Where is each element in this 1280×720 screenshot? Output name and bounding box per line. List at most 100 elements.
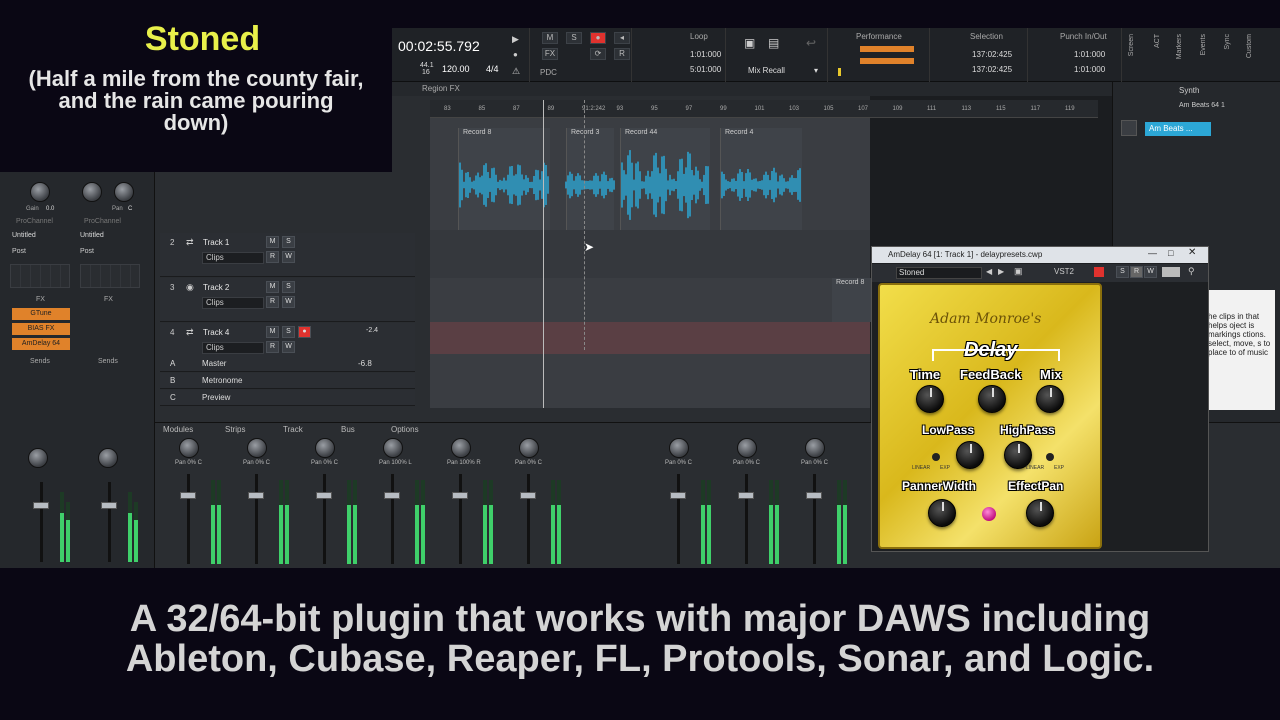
- plugin-format[interactable]: VST2: [1054, 267, 1074, 276]
- record-arm-button[interactable]: ●: [298, 326, 311, 338]
- track-name[interactable]: Track 2: [203, 283, 229, 292]
- fx-slot-bias-fx[interactable]: BIAS FX: [12, 323, 70, 335]
- pan-knob[interactable]: [98, 448, 118, 468]
- mute-button[interactable]: M: [266, 281, 279, 293]
- input-select[interactable]: Untitled: [80, 232, 104, 239]
- track-header[interactable]: 3 ◉ Track 2 Clips M S R W: [160, 278, 415, 322]
- bus-row[interactable]: B Metronome: [160, 373, 415, 389]
- write-automation-button[interactable]: W: [282, 341, 295, 353]
- fx-slot-amdelay[interactable]: AmDelay 64: [12, 338, 70, 350]
- volume-fader[interactable]: [33, 502, 49, 509]
- gain-knob[interactable]: [82, 182, 102, 202]
- fx-bypass-button[interactable]: FX: [542, 48, 558, 60]
- pan-knob[interactable]: [315, 438, 335, 458]
- chevron-down-icon[interactable]: ▾: [814, 66, 818, 75]
- pan-knob[interactable]: [247, 438, 267, 458]
- track-name[interactable]: Track 4: [203, 328, 229, 337]
- synth-tab[interactable]: Synth: [1179, 86, 1199, 95]
- pan-knob[interactable]: [669, 438, 689, 458]
- feedback-knob[interactable]: [978, 385, 1006, 413]
- lowpass-knob[interactable]: [956, 441, 984, 469]
- write-automation-button[interactable]: W: [282, 296, 295, 308]
- mute-all-button[interactable]: M: [542, 32, 558, 44]
- pannerwidth-knob[interactable]: [928, 499, 956, 527]
- close-icon[interactable]: ✕: [1188, 247, 1196, 258]
- volume-fader[interactable]: [316, 492, 332, 499]
- pan-knob[interactable]: [737, 438, 757, 458]
- loop-end[interactable]: 5:01:000: [690, 65, 721, 74]
- minimize-icon[interactable]: —: [1148, 248, 1157, 258]
- track-volume-value[interactable]: -2.4: [366, 327, 378, 334]
- solo-button[interactable]: S: [1116, 266, 1129, 278]
- prochannel-label[interactable]: ProChannel: [16, 218, 53, 225]
- lowpass-mode-switch[interactable]: [932, 453, 940, 461]
- volume-fader[interactable]: [452, 492, 468, 499]
- solo-button[interactable]: S: [282, 326, 295, 338]
- loop-start[interactable]: 1:01:000: [690, 50, 721, 59]
- record-dot-icon[interactable]: ●: [513, 50, 518, 59]
- punch-end[interactable]: 1:01:000: [1074, 65, 1105, 74]
- volume-fader[interactable]: [520, 492, 536, 499]
- bus-row[interactable]: C Preview: [160, 390, 415, 406]
- speaker-icon[interactable]: ◂: [614, 32, 630, 44]
- punch-start[interactable]: 1:01:000: [1074, 50, 1105, 59]
- write-automation-button[interactable]: W: [282, 251, 295, 263]
- post-select[interactable]: Post: [80, 248, 94, 255]
- metronome-icon[interactable]: ⚠: [512, 66, 520, 77]
- undo-icon[interactable]: ↩: [806, 36, 816, 50]
- pan-knob[interactable]: [179, 438, 199, 458]
- read-automation-button[interactable]: R: [1130, 266, 1143, 278]
- tab-act[interactable]: ACT: [1154, 34, 1161, 48]
- gain-knob[interactable]: [30, 182, 50, 202]
- bus-volume[interactable]: -6.8: [358, 359, 372, 368]
- track-view-select[interactable]: Clips: [202, 252, 264, 264]
- audio-clip[interactable]: Record 8: [832, 278, 872, 322]
- preset-select[interactable]: Stoned: [896, 267, 982, 279]
- effectpan-knob[interactable]: [1026, 499, 1054, 527]
- mute-button[interactable]: M: [266, 326, 279, 338]
- selection-start[interactable]: 137:02:425: [972, 50, 1012, 59]
- volume-fader[interactable]: [384, 492, 400, 499]
- write-automation-button[interactable]: W: [1144, 266, 1157, 278]
- tab-sync[interactable]: Sync: [1224, 34, 1231, 50]
- bus-row[interactable]: A Master -6.8: [160, 356, 415, 372]
- now-marker[interactable]: [543, 100, 544, 408]
- volume-fader[interactable]: [738, 492, 754, 499]
- bus-name[interactable]: Master: [202, 359, 226, 368]
- read-automation-button[interactable]: R: [266, 296, 279, 308]
- tab-events[interactable]: Events: [1200, 34, 1207, 55]
- timeline-ruler[interactable]: 83 85 87 89 91:2:242 93 95 97 99 101 103 105 107 109 1…: [430, 100, 1098, 118]
- tab-custom[interactable]: Custom: [1246, 34, 1253, 58]
- plugin-titlebar[interactable]: AmDelay 64 [1: Track 1] - delaypresets.c…: [872, 247, 1208, 263]
- track-view-select[interactable]: Clips: [202, 297, 264, 309]
- pan-knob[interactable]: [519, 438, 539, 458]
- time-knob[interactable]: [916, 385, 944, 413]
- volume-fader[interactable]: [806, 492, 822, 499]
- now-time[interactable]: 00:02:55.792: [398, 38, 480, 54]
- mix-recall-select[interactable]: Mix Recall: [748, 66, 785, 75]
- solo-button[interactable]: S: [282, 236, 295, 248]
- volume-fader[interactable]: [670, 492, 686, 499]
- fx-slot-gtune[interactable]: GTune: [12, 308, 70, 320]
- region-fx-menu[interactable]: Region FX: [422, 84, 460, 93]
- keyboard-icon[interactable]: [1162, 267, 1180, 277]
- document-icon[interactable]: ▤: [768, 36, 779, 50]
- track-name[interactable]: Track 1: [203, 238, 229, 247]
- synth-instance[interactable]: Am Beats ...: [1145, 122, 1211, 136]
- prochannel-label[interactable]: ProChannel: [84, 218, 121, 225]
- pan-knob[interactable]: [805, 438, 825, 458]
- pan-knob[interactable]: [28, 448, 48, 468]
- play-icon[interactable]: ▶: [512, 34, 519, 45]
- record-arm-all-button[interactable]: ●: [590, 32, 606, 44]
- pdc-button[interactable]: PDC: [540, 68, 557, 77]
- mute-button[interactable]: M: [266, 236, 279, 248]
- eq-graph[interactable]: [10, 264, 70, 288]
- mix-knob[interactable]: [1036, 385, 1064, 413]
- bypass-icon[interactable]: [1094, 267, 1104, 277]
- save-preset-icon[interactable]: ▣: [1014, 266, 1023, 277]
- tab-markers[interactable]: Markers: [1176, 34, 1183, 59]
- tempo-display[interactable]: 120.00: [442, 64, 470, 74]
- pan-knob[interactable]: [114, 182, 134, 202]
- volume-fader[interactable]: [180, 492, 196, 499]
- highpass-mode-switch[interactable]: [1046, 453, 1054, 461]
